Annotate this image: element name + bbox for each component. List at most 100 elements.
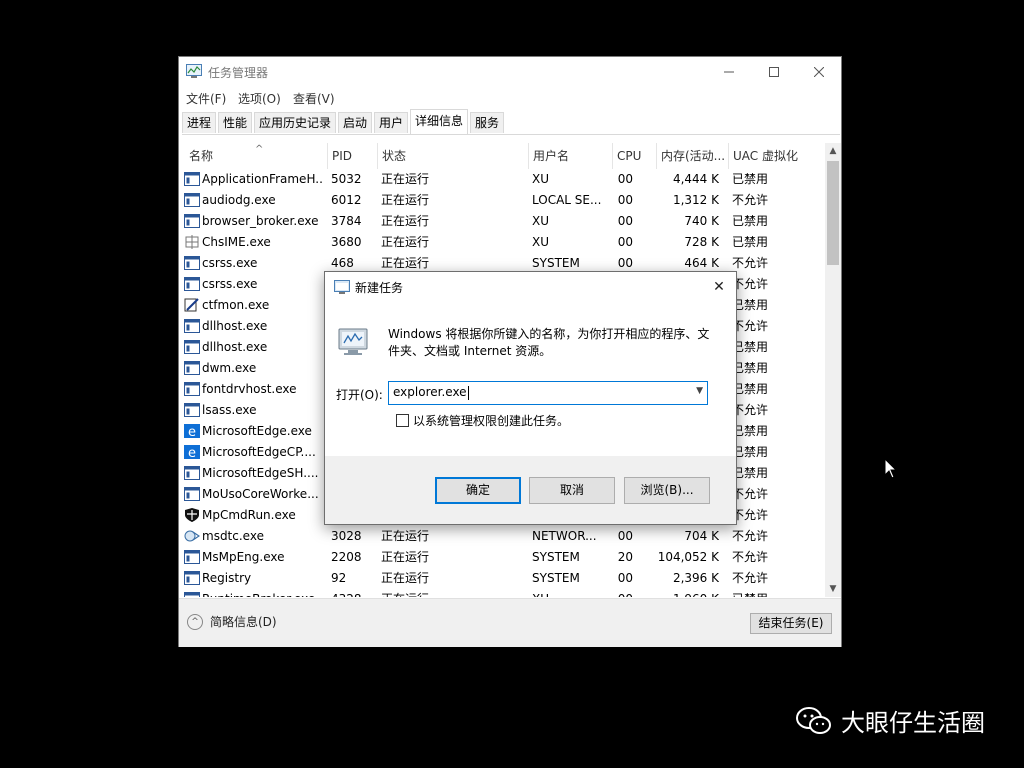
browse-button[interactable]: 浏览(B)... — [624, 477, 710, 504]
cell-status: 正在运行 — [381, 571, 430, 585]
cell-uac: 已禁用 — [732, 361, 769, 375]
column-header-memory[interactable]: 内存(活动... — [656, 143, 726, 169]
run-dialog-titlebar[interactable]: 新建任务 ✕ — [325, 272, 736, 302]
cell-uac: 不允许 — [732, 529, 769, 543]
tab-processes[interactable]: 进程 — [182, 112, 217, 133]
cell-name: ctfmon.exe — [202, 298, 270, 312]
task-manager-app-icon — [186, 64, 202, 78]
column-header-cpu[interactable]: CPU — [612, 143, 656, 169]
open-input-text: explorer.exe — [393, 385, 467, 399]
admin-checkbox[interactable] — [396, 414, 409, 427]
cell-status: 正在运行 — [381, 529, 430, 543]
app-window-icon — [184, 382, 200, 396]
tab-users[interactable]: 用户 — [374, 112, 409, 133]
open-input[interactable]: explorer.exe — [393, 385, 469, 400]
column-header-uac[interactable]: UAC 虚拟化 — [728, 143, 824, 169]
table-row[interactable]: ApplicationFrameH... 5032 正在运行 XU 00 4,444 K 已… — [179, 169, 825, 190]
cell-uac: 不允许 — [732, 487, 769, 501]
cell-uac: 已禁用 — [732, 382, 769, 396]
cell-name: browser_broker.exe — [202, 214, 319, 228]
scroll-thumb[interactable] — [827, 161, 839, 265]
chevron-down-icon[interactable]: ▼ — [696, 386, 703, 396]
edge-icon: e — [184, 445, 200, 459]
run-dialog: 新建任务 ✕ Windows 将根据你所键入的名称，为你打开相应的程序、文件夹、… — [324, 271, 737, 525]
cell-user: XU — [532, 172, 550, 186]
cell-name: ChsIME.exe — [202, 235, 271, 249]
cell-user: XU — [532, 589, 604, 597]
app-window-icon — [184, 487, 200, 501]
task-manager-titlebar[interactable]: 任务管理器 — [179, 57, 841, 87]
cell-name: fontdrvhost.exe — [202, 382, 297, 396]
cell-pid: 3784 — [331, 214, 362, 228]
tab-startup[interactable]: 启动 — [338, 112, 373, 133]
cell-uac: 已禁用 — [732, 424, 769, 438]
column-header-username[interactable]: 用户名 — [528, 143, 605, 169]
watermark: 大眼仔生活圈 — [795, 703, 985, 738]
tab-app-history[interactable]: 应用历史记录 — [254, 112, 337, 133]
open-combobox[interactable]: explorer.exe ▼ — [388, 381, 708, 405]
tab-performance[interactable]: 性能 — [218, 112, 253, 133]
cell-uac: 已禁用 — [732, 340, 769, 354]
task-manager-footer: ^ 简略信息(D) 结束任务(E) — [179, 598, 841, 647]
watermark-text: 大眼仔生活圈 — [841, 709, 985, 737]
cell-name: ApplicationFrameH... — [202, 172, 324, 186]
minimize-icon[interactable] — [706, 57, 752, 87]
column-header-status[interactable]: 状态 — [377, 143, 527, 169]
cell-mem: 704 K — [684, 529, 719, 543]
run-dialog-footer: 确定 取消 浏览(B)... — [325, 456, 736, 524]
maximize-icon[interactable] — [751, 57, 797, 87]
cell-status: 正在运行 — [381, 235, 430, 249]
cancel-button[interactable]: 取消 — [529, 477, 615, 504]
cell-name: MicrosoftEdge.exe — [202, 424, 312, 438]
table-row[interactable]: msdtc.exe 3028 正在运行 NETWOR... 00 704 K 不允许 — [179, 526, 825, 547]
table-row[interactable]: browser_broker.exe 3784 正在运行 XU 00 740 K 已禁用 — [179, 211, 825, 232]
fewer-details-button[interactable]: ^ 简略信息(D) — [187, 613, 277, 630]
cell-name: MicrosoftEdgeSH.... — [202, 466, 319, 480]
table-row[interactable]: ChsIME.exe 3680 正在运行 XU 00 728 K 已禁用 — [179, 232, 825, 253]
ok-button[interactable]: 确定 — [435, 477, 521, 504]
cell-uac: 不允许 — [732, 550, 769, 564]
cell-user: NETWOR... — [532, 529, 597, 543]
table-row[interactable]: MsMpEng.exe 2208 正在运行 SYSTEM 20 104,052 K 不允许 — [179, 547, 825, 568]
scroll-down-icon[interactable]: ▼ — [825, 581, 841, 597]
run-program-icon — [338, 328, 368, 355]
column-header-pid[interactable]: PID — [327, 143, 377, 169]
tab-services[interactable]: 服务 — [470, 112, 505, 133]
cell-cpu: 00 — [605, 589, 633, 597]
table-row[interactable]: audiodg.exe 6012 正在运行 LOCAL SE... 00 1,312 K 不… — [179, 190, 825, 211]
cell-mem: 728 K — [684, 235, 719, 249]
scroll-up-icon[interactable]: ▲ — [825, 143, 841, 159]
cell-user: XU — [532, 235, 550, 249]
tab-details[interactable]: 详细信息 — [410, 109, 469, 134]
cell-user: SYSTEM — [532, 550, 580, 564]
close-icon[interactable]: ✕ — [708, 276, 730, 298]
app-window-icon — [184, 403, 200, 417]
table-row[interactable]: Registry 92 正在运行 SYSTEM 00 2,396 K 不允许 — [179, 568, 825, 589]
cell-pid: 3028 — [331, 529, 362, 543]
menu-options[interactable]: 选项(O) — [238, 90, 281, 107]
close-icon[interactable] — [796, 57, 842, 87]
cell-uac: 已禁用 — [732, 445, 769, 459]
column-header-name[interactable]: ^ 名称 — [185, 143, 325, 169]
table-row[interactable]: RuntimeBroker.exe 4328 正在运行 XU00 1,960 K 已禁用 — [179, 589, 825, 597]
cell-mem: 104,052 K — [657, 550, 719, 564]
cell-name: audiodg.exe — [202, 193, 276, 207]
cell-pid: 2208 — [331, 550, 362, 564]
cell-mem: 2,396 K — [672, 571, 719, 585]
cell-name: MoUsoCoreWorke... — [202, 487, 319, 501]
admin-privileges-option[interactable]: 以系统管理权限创建此任务。 — [396, 412, 569, 429]
column-header-name-label: 名称 — [189, 149, 214, 163]
app-window-icon — [184, 172, 200, 186]
run-icon — [334, 280, 350, 294]
app-window-icon — [184, 193, 200, 207]
menu-file[interactable]: 文件(F) — [186, 90, 226, 107]
cell-cpu: 00 — [617, 172, 633, 186]
cell-pid: 4328 — [331, 589, 375, 597]
cell-name: MsMpEng.exe — [202, 550, 285, 564]
cell-user: LOCAL SE... — [532, 193, 602, 207]
vertical-scrollbar[interactable]: ▲ ▼ — [825, 143, 841, 597]
end-task-button[interactable]: 结束任务(E) — [750, 613, 832, 634]
app-window-icon — [184, 340, 200, 354]
mouse-pointer-icon — [884, 458, 898, 479]
menu-view[interactable]: 查看(V) — [293, 90, 335, 107]
